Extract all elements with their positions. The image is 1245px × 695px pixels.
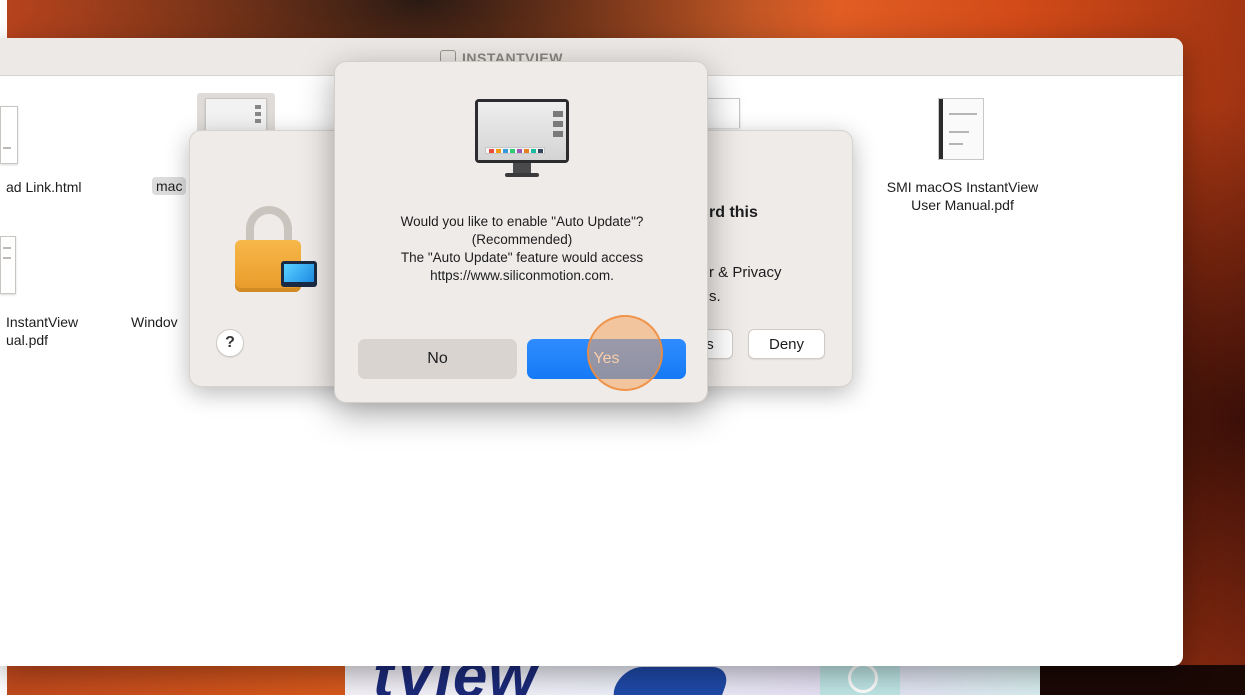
file-label-smi-manual[interactable]: SMI macOS InstantView User Manual.pdf	[860, 178, 1065, 214]
instantview-monitor-icon	[475, 99, 569, 179]
pdf-file-icon-left[interactable]	[0, 236, 16, 294]
alert-message: Would you like to enable "Auto Update"? …	[355, 213, 689, 285]
file-label-link-html[interactable]: ad Link.html	[0, 178, 110, 196]
help-button[interactable]: ?	[216, 329, 244, 357]
lock-icon	[235, 206, 317, 292]
alert-message-line2: (Recommended)	[471, 232, 573, 247]
pdf-file-icon[interactable]	[938, 98, 984, 160]
click-indicator	[587, 315, 663, 391]
deny-button[interactable]: Deny	[748, 329, 825, 359]
alert-message-line3: The "Auto Update" feature would access	[400, 250, 644, 265]
alert-message-line1: Would you like to enable "Auto Update"?	[400, 214, 644, 229]
security-heading: rd this	[709, 204, 758, 221]
alert-message-line4: https://www.siliconmotion.com.	[430, 268, 614, 283]
file-label-mac[interactable]: mac	[152, 177, 187, 195]
banner-swoosh	[607, 667, 733, 695]
file-label-instantview-manual[interactable]: InstantView ual.pdf	[0, 313, 110, 349]
dark-corner	[1040, 665, 1245, 695]
monitor-file-icon[interactable]	[205, 98, 267, 132]
security-text: r & Privacy s.	[709, 264, 782, 305]
no-button[interactable]: No	[358, 339, 517, 379]
html-file-icon[interactable]	[0, 106, 18, 164]
file-label-windows[interactable]: Windov	[131, 313, 178, 331]
